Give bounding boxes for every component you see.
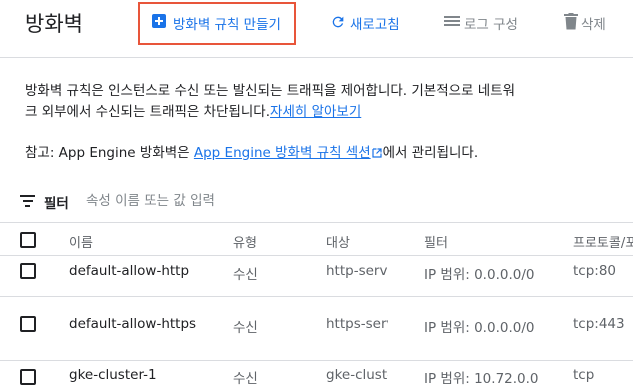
refresh-icon — [332, 16, 344, 28]
create-firewall-rule-label: 방화벽 규칙 만들기 — [173, 17, 281, 33]
filter-divider — [0, 222, 633, 223]
filter-icon — [20, 195, 35, 207]
filter-input[interactable] — [86, 188, 326, 214]
rule-type: 수신 — [233, 320, 258, 336]
row-checkbox[interactable] — [20, 263, 36, 279]
filter-label: 필터 — [44, 196, 69, 212]
filter-bar: 필터 — [0, 184, 633, 222]
page-title: 방화벽 — [25, 12, 83, 36]
table-header-divider — [0, 255, 633, 256]
trash-icon — [564, 13, 578, 30]
column-header-name[interactable]: 이름 — [69, 232, 93, 251]
create-firewall-rule-button[interactable]: 방화벽 규칙 만들기 — [138, 2, 296, 45]
rule-filter: IP 범위: 0.0.0.0/0 — [424, 320, 535, 336]
app-engine-firewall-link[interactable]: App Engine 방화벽 규칙 섹션 — [194, 145, 371, 161]
rule-name[interactable]: default-allow-http — [69, 263, 189, 279]
delete-label: 삭제 — [581, 17, 606, 33]
add-icon — [152, 14, 166, 28]
column-header-target[interactable]: 대상 — [326, 232, 350, 251]
description-line-1: 방화벽 규칙은 인스턴스로 수신 또는 발신되는 트래픽을 제어합니다. 기본적… — [25, 83, 516, 99]
rule-target: http-server — [326, 263, 388, 279]
description-line-2: 크 외부에서 수신되는 트래픽은 차단됩니다.자세히 알아보기 — [25, 100, 361, 120]
rule-protocol: tcp — [573, 367, 595, 383]
row-checkbox[interactable] — [20, 369, 36, 385]
column-header-protocol[interactable]: 프로토콜/포트 — [573, 232, 633, 251]
list-icon — [444, 16, 460, 28]
rule-name[interactable]: gke-cluster-1 — [69, 367, 157, 383]
row-divider — [0, 360, 633, 361]
row-checkbox[interactable] — [20, 316, 36, 332]
column-header-filter[interactable]: 필터 — [424, 232, 448, 251]
refresh-button[interactable]: 새로고침 — [330, 12, 410, 34]
rule-type: 수신 — [233, 267, 258, 283]
rule-name[interactable]: default-allow-https — [69, 316, 196, 332]
configure-logs-button[interactable]: 로그 구성 — [444, 12, 534, 34]
configure-logs-label: 로그 구성 — [464, 17, 518, 33]
note-prefix: 참고: App Engine 방화벽은 — [25, 145, 194, 161]
header-divider — [0, 57, 633, 58]
select-all-checkbox[interactable] — [20, 232, 36, 248]
toolbar: 방화벽 방화벽 규칙 만들기 새로고침 로그 구성 삭제 — [0, 0, 633, 58]
refresh-label: 새로고침 — [350, 17, 400, 33]
row-divider — [0, 296, 633, 297]
rule-protocol: tcp:443 — [573, 316, 625, 332]
app-engine-note: 참고: App Engine 방화벽은 App Engine 방화벽 규칙 섹션… — [25, 141, 478, 161]
rule-protocol: tcp:80 — [573, 263, 617, 279]
rule-type: 수신 — [233, 371, 258, 387]
external-link-icon — [372, 148, 382, 158]
rule-filter: IP 범위: 10.72.0.0 — [424, 371, 539, 387]
column-header-type[interactable]: 유형 — [233, 232, 257, 251]
note-suffix: 에서 관리됩니다. — [382, 145, 479, 161]
learn-more-link[interactable]: 자세히 알아보기 — [270, 104, 361, 120]
rule-target: https-server — [326, 316, 388, 332]
delete-button[interactable]: 삭제 — [564, 12, 624, 34]
description-text: 크 외부에서 수신되는 트래픽은 차단됩니다. — [25, 104, 271, 120]
rule-target: gke-cluster — [326, 367, 388, 383]
rule-filter: IP 범위: 0.0.0.0/0 — [424, 267, 535, 283]
